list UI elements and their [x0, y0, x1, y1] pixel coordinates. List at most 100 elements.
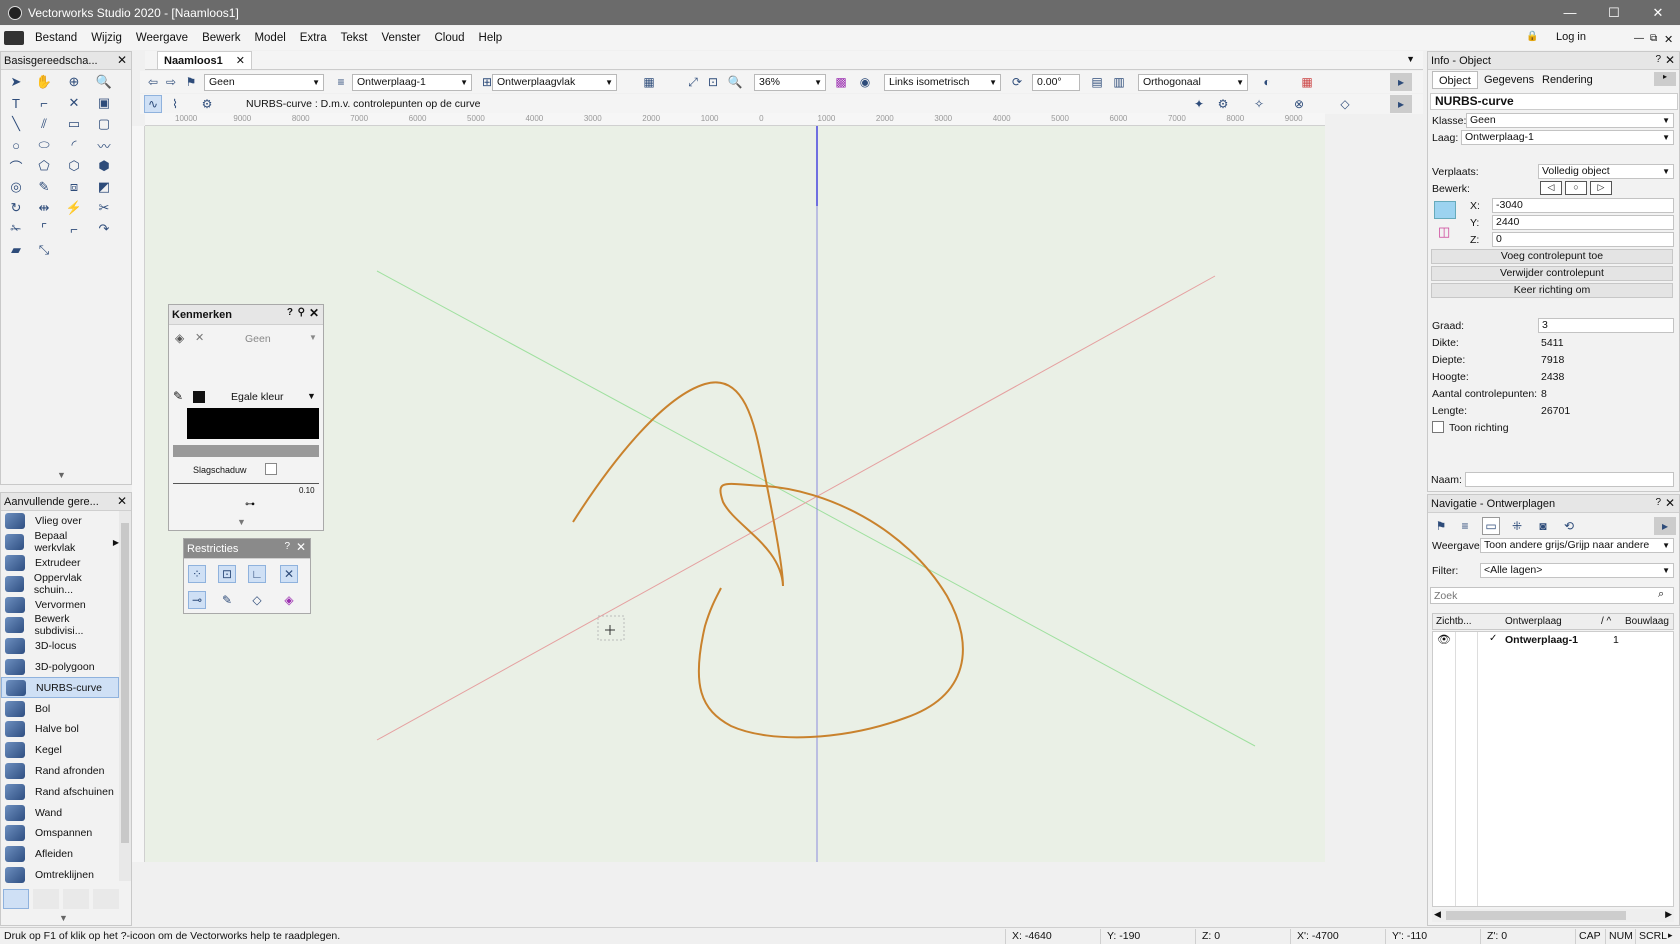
- chamfer-tool-icon[interactable]: ⌐: [63, 219, 85, 239]
- offset-tool-icon[interactable]: ↷: [93, 219, 115, 239]
- layer-table-hscrollbar[interactable]: ◀ ▶: [1432, 909, 1674, 922]
- reverse-direction-button[interactable]: Keer richting om: [1431, 283, 1673, 298]
- fillet-tool-icon[interactable]: ⌜: [33, 219, 55, 239]
- document-tab[interactable]: Naamloos1 ✕: [157, 51, 252, 69]
- previous-point-button[interactable]: ◁: [1540, 181, 1562, 195]
- snap-tangent-icon[interactable]: ✎: [218, 591, 236, 609]
- close-icon[interactable]: ✕: [117, 494, 127, 508]
- symbol-tool-icon[interactable]: ▣: [93, 93, 115, 113]
- double-polygon-tool-icon[interactable]: ⬡: [63, 156, 85, 176]
- text-tool-icon[interactable]: T: [5, 93, 27, 113]
- pen-color-swatch[interactable]: [193, 391, 205, 403]
- verplaats-select[interactable]: Volledig object ▼: [1538, 164, 1674, 179]
- pen-style-value[interactable]: Egale kleur: [231, 391, 284, 403]
- menu-help[interactable]: Help: [472, 32, 510, 44]
- status-more-icon[interactable]: ▸: [1668, 930, 1673, 941]
- tool-3d-polygoon[interactable]: 3D-polygoon: [1, 657, 119, 678]
- workplane-snap-icon[interactable]: ◇: [1336, 95, 1354, 113]
- toolset-dims-icon[interactable]: [63, 889, 89, 909]
- tool-rand-afschuinen[interactable]: Rand afschuinen: [1, 781, 119, 802]
- snap-angle-icon[interactable]: ∟: [248, 565, 266, 583]
- opacity-bar[interactable]: [173, 445, 319, 457]
- rounded-rect-tool-icon[interactable]: ▢: [93, 114, 115, 134]
- fill-none-icon[interactable]: ✕: [195, 331, 204, 344]
- doc-minimize-button[interactable]: —: [1634, 33, 1644, 44]
- selection-tool-icon[interactable]: ➤: [5, 72, 27, 92]
- line-tool-icon[interactable]: ╲: [5, 114, 27, 134]
- doc-close-button[interactable]: ✕: [1664, 33, 1673, 46]
- tool-list-scrollbar[interactable]: [119, 511, 131, 881]
- pin-icon[interactable]: ⚲: [298, 307, 305, 318]
- fill-style-value[interactable]: Geen: [245, 333, 271, 345]
- tab-gegevens[interactable]: Gegevens: [1478, 71, 1540, 89]
- resize-tool-icon[interactable]: ⧈: [63, 177, 85, 197]
- plane-icon[interactable]: [1434, 201, 1456, 219]
- tool-3d-locus[interactable]: 3D-locus: [1, 636, 119, 657]
- display-options-icon[interactable]: ▦: [1298, 73, 1316, 91]
- toolset-3d-icon[interactable]: [3, 889, 29, 909]
- naam-field[interactable]: [1465, 472, 1674, 487]
- arrow-link-icon[interactable]: ⊶: [245, 499, 255, 510]
- close-icon[interactable]: ✕: [309, 306, 319, 320]
- col-sort[interactable]: / ^: [1601, 616, 1611, 627]
- double-line-tool-icon[interactable]: ⫽: [33, 114, 55, 134]
- interp-point-mode-icon[interactable]: ∿: [144, 95, 162, 113]
- graad-field[interactable]: 3: [1538, 318, 1674, 333]
- col-visibility[interactable]: Zichtb...: [1436, 616, 1472, 627]
- pan-tool-icon[interactable]: ✋: [33, 72, 55, 92]
- current-point-button[interactable]: ○: [1565, 181, 1587, 195]
- trim-tool-icon[interactable]: ✂: [93, 198, 115, 218]
- expand-chevron-icon[interactable]: ▼: [59, 913, 68, 923]
- col-design-layer[interactable]: Ontwerplaag: [1505, 616, 1562, 627]
- reshape-tool-icon[interactable]: ⚡: [63, 198, 85, 218]
- plan-rotation-field[interactable]: 0.00°: [1032, 74, 1080, 91]
- eyedropper-tool-icon[interactable]: ✎: [33, 177, 55, 197]
- close-icon[interactable]: ✕: [1665, 496, 1675, 510]
- polygon-tool-icon[interactable]: ⬠: [33, 156, 55, 176]
- tab-list-dropdown-icon[interactable]: ▼: [1406, 54, 1415, 64]
- chevron-down-icon[interactable]: ▼: [309, 333, 317, 342]
- mode-bar-menu-icon[interactable]: ▸: [1390, 95, 1412, 113]
- col-story[interactable]: Bouwlaag: [1625, 616, 1669, 627]
- menu-venster[interactable]: Venster: [374, 32, 427, 44]
- oval-tool-icon[interactable]: ⬭: [33, 135, 55, 155]
- rotate-tool-icon[interactable]: ↻: [5, 198, 27, 218]
- add-control-point-button[interactable]: Voeg controlepunt toe: [1431, 249, 1673, 264]
- next-point-button[interactable]: ▷: [1590, 181, 1612, 195]
- toolset-visualization-icon[interactable]: [33, 889, 59, 909]
- close-icon[interactable]: ✕: [117, 53, 127, 67]
- menu-tekst[interactable]: Tekst: [334, 32, 375, 44]
- regular-polygon-tool-icon[interactable]: ⬢: [93, 156, 115, 176]
- snap-surface-icon[interactable]: ◇: [248, 591, 266, 609]
- panel-menu-icon[interactable]: ▸: [1654, 72, 1676, 86]
- snap-settings-icon[interactable]: ⊗: [1290, 95, 1308, 113]
- class-options-icon[interactable]: ▥: [1110, 73, 1128, 91]
- class-icon[interactable]: ⚑: [182, 73, 200, 91]
- split-tool-icon[interactable]: ✁: [5, 219, 27, 239]
- zoom-tool-icon[interactable]: 🔍: [93, 72, 115, 92]
- rotate-plan-icon[interactable]: ⟳: [1008, 73, 1026, 91]
- fit-to-window-icon[interactable]: ⤢: [684, 73, 702, 91]
- help-icon[interactable]: ?: [287, 307, 293, 318]
- render-mode-icon[interactable]: ▦: [640, 73, 658, 91]
- expand-chevron-icon[interactable]: ▼: [237, 517, 246, 527]
- filter-select[interactable]: <Alle lagen> ▼: [1480, 563, 1674, 578]
- chevron-down-icon[interactable]: ▼: [307, 391, 316, 401]
- tool-rand-afronden[interactable]: Rand afronden: [1, 761, 119, 782]
- snap-intersection-icon[interactable]: ✕: [280, 565, 298, 583]
- doc-restore-button[interactable]: ⧉: [1650, 33, 1657, 44]
- menu-bestand[interactable]: Bestand: [28, 32, 84, 44]
- vertex-icon[interactable]: ◫: [1438, 224, 1450, 240]
- tool-kegel[interactable]: Kegel: [1, 740, 119, 761]
- snap-object-icon[interactable]: ⊡: [218, 565, 236, 583]
- minimize-button[interactable]: —: [1548, 0, 1592, 25]
- scrollbar-thumb[interactable]: [1446, 911, 1626, 920]
- tool-wand[interactable]: Wand: [1, 802, 119, 823]
- nav-viewports-icon[interactable]: ◙: [1534, 517, 1552, 535]
- flyover-tool-icon[interactable]: ⊕: [63, 72, 85, 92]
- chevron-left-icon[interactable]: ◀: [1434, 909, 1441, 920]
- klasse-select[interactable]: Geen ▼: [1466, 113, 1674, 128]
- laag-select[interactable]: Ontwerplaag-1 ▼: [1461, 130, 1674, 145]
- y-field[interactable]: 2440: [1492, 215, 1674, 230]
- help-icon[interactable]: ?: [1655, 54, 1661, 65]
